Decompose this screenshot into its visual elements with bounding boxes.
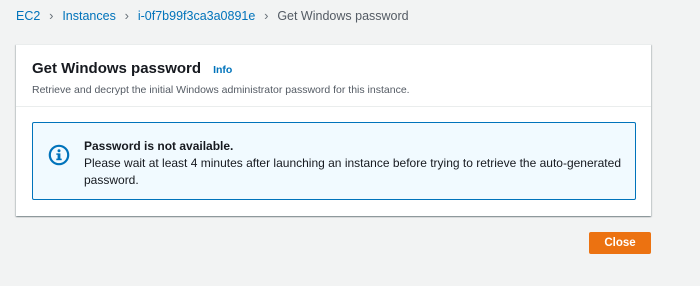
alert-message: Please wait at least 4 minutes after lau… xyxy=(84,156,621,187)
breadcrumb: EC2 › Instances › i-0f7b99f3ca3a0891e › … xyxy=(16,7,409,25)
breadcrumb-separator-icon: › xyxy=(49,8,54,23)
page-title: Get Windows password xyxy=(32,60,202,77)
close-button[interactable]: Close xyxy=(589,232,651,254)
info-alert: Password is not available. Please wait a… xyxy=(32,122,636,200)
get-windows-password-panel: Get Windows password Info Retrieve and d… xyxy=(16,44,651,216)
panel-header: Get Windows password Info Retrieve and d… xyxy=(16,45,651,107)
breadcrumb-current-page: Get Windows password xyxy=(277,9,409,23)
info-icon xyxy=(48,144,70,166)
alert-title: Password is not available. xyxy=(84,139,234,153)
breadcrumb-separator-icon: › xyxy=(124,8,130,23)
alert-body: Password is not available. Please wait a… xyxy=(84,138,621,199)
info-link[interactable]: Info xyxy=(213,64,232,76)
breadcrumb-separator-icon: › xyxy=(264,8,269,23)
breadcrumb-instances[interactable]: Instances xyxy=(62,7,116,25)
panel-title-row: Get Windows password Info xyxy=(32,60,651,77)
panel-description: Retrieve and decrypt the initial Windows… xyxy=(32,84,410,96)
breadcrumb-ec2[interactable]: EC2 xyxy=(16,7,40,25)
breadcrumb-instance-id[interactable]: i-0f7b99f3ca3a0891e xyxy=(138,7,255,25)
